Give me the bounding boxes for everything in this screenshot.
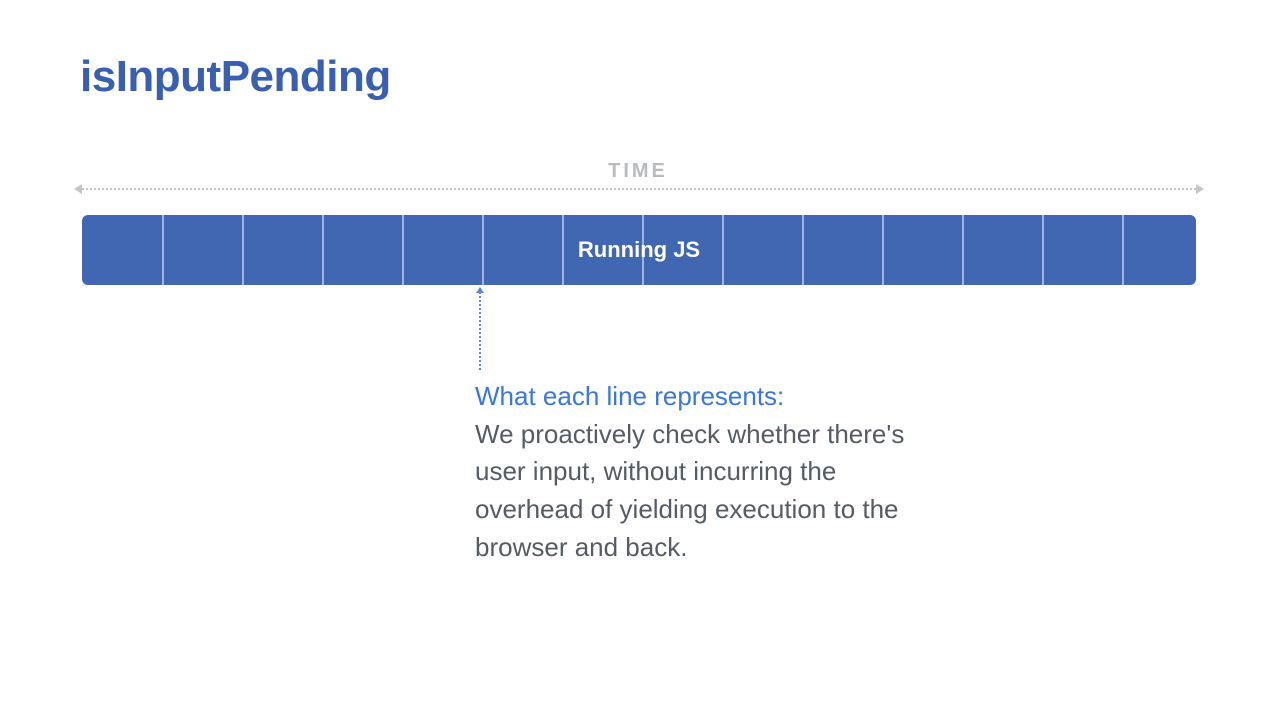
segment-divider: [242, 215, 244, 285]
callout-pointer: [479, 288, 481, 370]
caption-body: We proactively check whether there's use…: [475, 419, 904, 562]
segment-divider: [882, 215, 884, 285]
segment-divider: [322, 215, 324, 285]
segment-divider: [962, 215, 964, 285]
segment-divider: [162, 215, 164, 285]
segment-divider: [1042, 215, 1044, 285]
segment-divider: [642, 215, 644, 285]
caption: What each line represents: We proactivel…: [475, 378, 905, 566]
segment-divider: [722, 215, 724, 285]
segment-divider: [562, 215, 564, 285]
time-axis: [82, 188, 1196, 190]
caption-lead: What each line represents:: [475, 381, 784, 411]
running-js-bar: Running JS: [82, 215, 1196, 285]
segment-divider: [402, 215, 404, 285]
time-axis-label: TIME: [0, 160, 1276, 183]
slide-title: isInputPending: [80, 52, 1196, 102]
bar-label: Running JS: [578, 237, 700, 263]
segment-divider: [1122, 215, 1124, 285]
segment-divider: [802, 215, 804, 285]
segment-divider: [482, 215, 484, 285]
slide: isInputPending TIME Running JS What each…: [0, 0, 1276, 717]
